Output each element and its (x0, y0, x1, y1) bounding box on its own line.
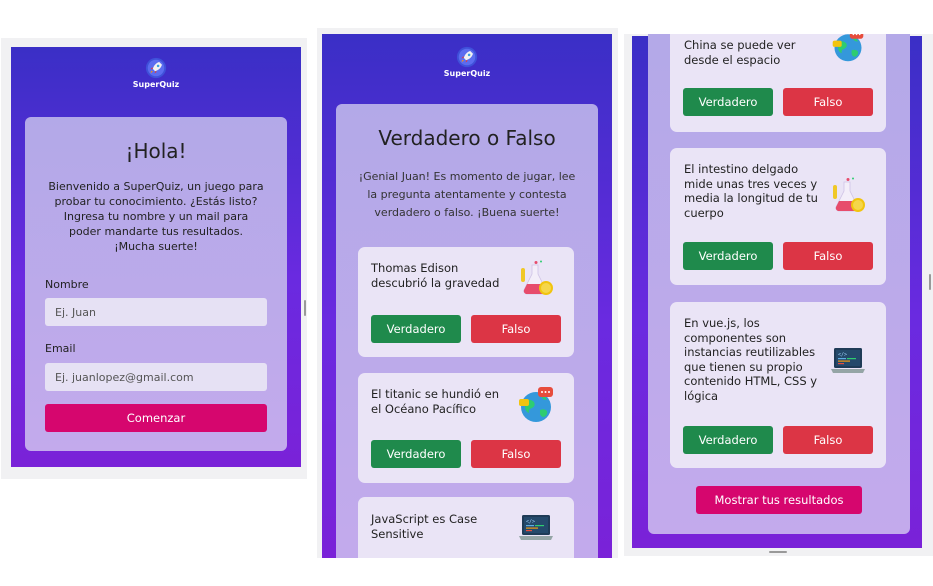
false-button[interactable]: Falso (471, 440, 561, 468)
welcome-panel: ¡Hola! Bienvenido a SuperQuiz, un juego … (25, 117, 287, 451)
name-label: Nombre (45, 278, 89, 291)
false-button[interactable]: Falso (471, 315, 561, 343)
quiz-intro: ¡Genial Juan! Es momento de jugar, lee l… (358, 170, 576, 219)
globe-icon (516, 385, 556, 425)
question-text: China se puede ver desde el espacio (684, 38, 796, 67)
app-logo: SuperQuiz (322, 46, 612, 79)
welcome-background: SuperQuiz ¡Hola! Bienvenido a SuperQuiz,… (11, 47, 301, 467)
question-text: El titanic se hundió en el Océano Pacífi… (371, 387, 499, 416)
app-name: SuperQuiz (443, 69, 491, 78)
welcome-intro: Bienvenido a SuperQuiz, un juego para pr… (48, 180, 264, 253)
question-card: En vue.js, los componentes son instancia… (670, 302, 886, 468)
start-button[interactable]: Comenzar (45, 404, 267, 432)
scrollbar-handle[interactable] (304, 300, 306, 316)
laptop-code-icon (516, 509, 556, 549)
true-button[interactable]: Verdadero (371, 440, 461, 468)
app-name: SuperQuiz (132, 80, 180, 89)
question-card: Thomas Edison descubrió la gravedad Verd… (358, 247, 574, 357)
welcome-title: ¡Hola! (125, 139, 187, 163)
show-results-button[interactable]: Mostrar tus resultados (696, 486, 862, 514)
false-button[interactable]: Falso (783, 88, 873, 116)
rocket-icon (145, 57, 167, 79)
app-logo: SuperQuiz (11, 57, 301, 90)
question-text: El intestino delgado mide unas tres vece… (684, 162, 818, 220)
question-text: En vue.js, los componentes son instancia… (684, 316, 818, 403)
rocket-icon (456, 46, 478, 68)
question-text: Thomas Edison descubrió la gravedad (371, 261, 500, 290)
question-card: China se puede ver desde el espacio Verd… (670, 34, 886, 132)
quiz-panel: Verdadero o Falso ¡Genial Juan! Es momen… (336, 104, 598, 558)
true-button[interactable]: Verdadero (371, 315, 461, 343)
welcome-screen: SuperQuiz ¡Hola! Bienvenido a SuperQuiz,… (1, 38, 307, 479)
question-text: JavaScript es Case Sensitive (371, 512, 478, 541)
laptop-code-icon (828, 342, 868, 382)
email-input[interactable]: Ej. juanlopez@gmail.com (45, 363, 267, 391)
quiz-screen-top: SuperQuiz Verdadero o Falso ¡Genial Juan… (317, 28, 618, 558)
true-button[interactable]: Verdadero (683, 242, 773, 270)
quiz-panel: China se puede ver desde el espacio Verd… (648, 34, 910, 534)
horizontal-scrollbar-handle[interactable] (769, 551, 787, 553)
true-button[interactable]: Verdadero (683, 426, 773, 454)
chemistry-flask-icon (828, 176, 868, 216)
quiz-title: Verdadero o Falso (378, 126, 556, 150)
name-input[interactable]: Ej. Juan (45, 298, 267, 326)
question-card: El titanic se hundió en el Océano Pacífi… (358, 373, 574, 483)
false-button[interactable]: Falso (783, 242, 873, 270)
quiz-background: China se puede ver desde el espacio Verd… (632, 34, 922, 548)
false-button[interactable]: Falso (783, 426, 873, 454)
question-card: El intestino delgado mide unas tres vece… (670, 148, 886, 285)
quiz-background: SuperQuiz Verdadero o Falso ¡Genial Juan… (322, 34, 612, 558)
scrollbar-handle[interactable] (929, 274, 931, 290)
quiz-screen-bottom: China se puede ver desde el espacio Verd… (624, 34, 933, 556)
question-card: JavaScript es Case Sensitive (358, 497, 574, 558)
true-button[interactable]: Verdadero (683, 88, 773, 116)
chemistry-flask-icon (516, 259, 556, 299)
globe-icon (828, 34, 868, 64)
email-label: Email (45, 342, 76, 355)
